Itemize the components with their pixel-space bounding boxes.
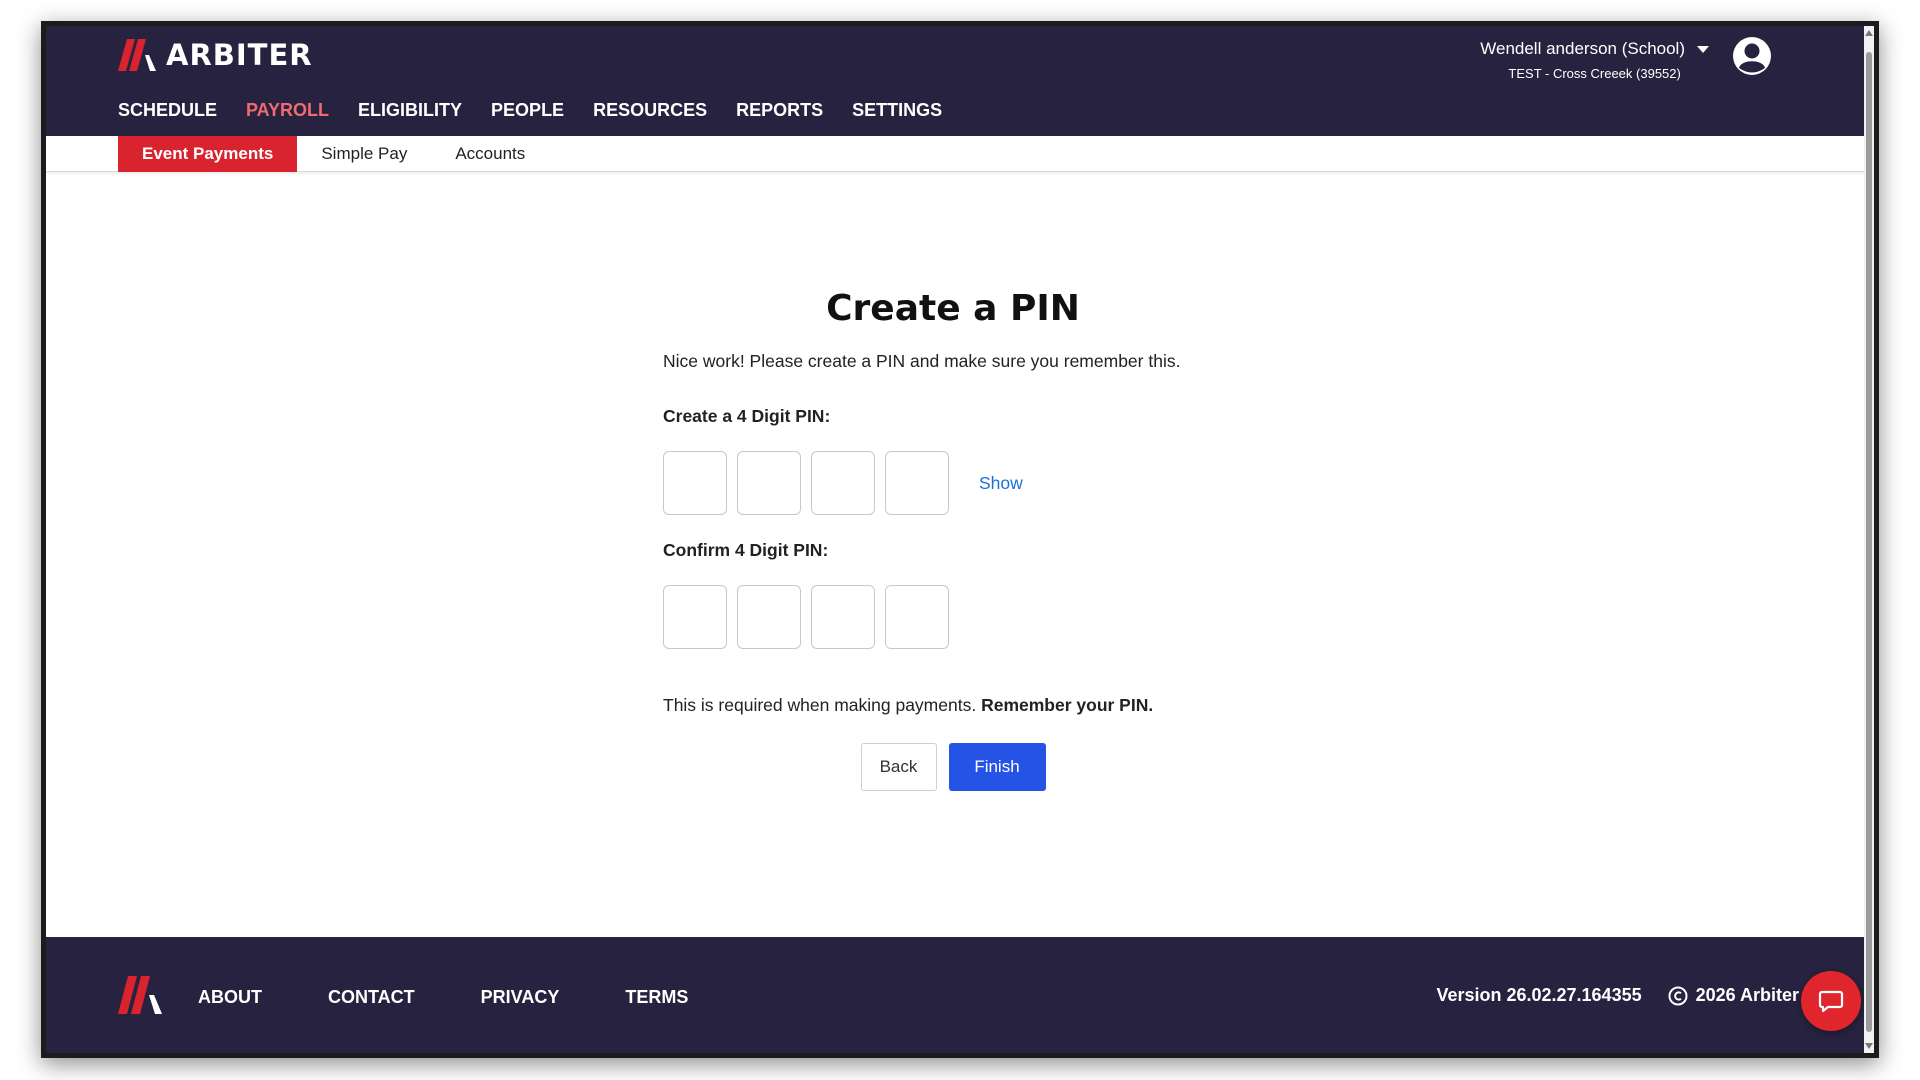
user-name-row: Wendell anderson (School) bbox=[1480, 39, 1709, 59]
user-avatar-icon[interactable] bbox=[1731, 35, 1773, 77]
nav-payroll[interactable]: PAYROLL bbox=[246, 100, 329, 121]
browser-window: ARBITER SCHEDULE PAYROLL ELIGIBILITY PEO… bbox=[41, 21, 1879, 1058]
confirm-pin-digit-3[interactable] bbox=[811, 585, 875, 649]
create-pin-digit-4[interactable] bbox=[885, 451, 949, 515]
nav-schedule[interactable]: SCHEDULE bbox=[118, 100, 217, 121]
nav-eligibility[interactable]: ELIGIBILITY bbox=[358, 100, 462, 121]
scroll-down-icon[interactable] bbox=[1865, 1043, 1873, 1049]
pin-note-text: This is required when making payments. bbox=[663, 695, 977, 715]
nav-people[interactable]: PEOPLE bbox=[491, 100, 564, 121]
footer-about-link[interactable]: ABOUT bbox=[198, 987, 262, 1008]
confirm-pin-digit-4[interactable] bbox=[885, 585, 949, 649]
chat-icon bbox=[1818, 990, 1844, 1013]
nav-settings[interactable]: SETTINGS bbox=[852, 100, 942, 121]
user-menu[interactable]: Wendell anderson (School) TEST - Cross C… bbox=[1480, 39, 1709, 81]
payroll-tabs: Event Payments Simple Pay Accounts bbox=[118, 136, 549, 172]
footer-info: Version 26.02.27.164355 2026 Arbiter bbox=[1436, 985, 1799, 1006]
top-header: ARBITER SCHEDULE PAYROLL ELIGIBILITY PEO… bbox=[46, 26, 1869, 136]
logo-text: ARBITER bbox=[166, 38, 313, 72]
confirm-pin-row bbox=[663, 585, 1363, 649]
show-pin-link[interactable]: Show bbox=[979, 473, 1023, 494]
scroll-thumb[interactable] bbox=[1866, 52, 1872, 1032]
arbiter-logo[interactable]: ARBITER bbox=[118, 38, 313, 72]
chevron-down-icon[interactable] bbox=[1697, 45, 1709, 53]
intro-text: Nice work! Please create a PIN and make … bbox=[663, 351, 1181, 371]
footer-privacy-link[interactable]: PRIVACY bbox=[481, 987, 560, 1008]
create-pin-label: Create a 4 Digit PIN: bbox=[663, 406, 831, 426]
back-button[interactable]: Back bbox=[860, 743, 937, 791]
footer-contact-link[interactable]: CONTACT bbox=[328, 987, 415, 1008]
version-text: Version 26.02.27.164355 bbox=[1436, 985, 1642, 1005]
arbiter-logo-icon bbox=[118, 39, 156, 71]
create-pin-row: Show bbox=[663, 451, 1363, 515]
footer-terms-link[interactable]: TERMS bbox=[625, 987, 688, 1008]
org-name: TEST - Cross Creeek (39552) bbox=[1508, 66, 1681, 81]
tab-accounts[interactable]: Accounts bbox=[431, 136, 549, 172]
tab-event-payments[interactable]: Event Payments bbox=[118, 136, 298, 172]
confirm-pin-digit-2[interactable] bbox=[737, 585, 801, 649]
pin-note-bold: Remember your PIN. bbox=[981, 695, 1154, 715]
nav-resources[interactable]: RESOURCES bbox=[593, 100, 707, 121]
arbiter-logo-icon[interactable] bbox=[118, 976, 162, 1014]
footer-links: ABOUT CONTACT PRIVACY TERMS bbox=[198, 987, 754, 1008]
user-name: Wendell anderson (School) bbox=[1480, 39, 1685, 58]
confirm-pin-label: Confirm 4 Digit PIN: bbox=[663, 540, 829, 560]
action-buttons: Back Finish bbox=[663, 743, 1243, 791]
footer: ABOUT CONTACT PRIVACY TERMS Version 26.0… bbox=[46, 937, 1869, 1053]
pin-note: This is required when making payments. R… bbox=[663, 695, 1363, 716]
page-title: Create a PIN bbox=[826, 288, 1080, 329]
confirm-pin-digit-1[interactable] bbox=[663, 585, 727, 649]
page-scrollbar[interactable] bbox=[1864, 26, 1874, 1053]
main-nav: SCHEDULE PAYROLL ELIGIBILITY PEOPLE RESO… bbox=[118, 100, 971, 121]
create-pin-digit-1[interactable] bbox=[663, 451, 727, 515]
create-pin-panel: Create a PIN Nice work! Please create a … bbox=[663, 288, 1363, 791]
finish-button[interactable]: Finish bbox=[948, 743, 1046, 791]
copyright-icon bbox=[1668, 986, 1688, 1005]
create-pin-digit-2[interactable] bbox=[737, 451, 801, 515]
sub-nav: Event Payments Simple Pay Accounts bbox=[46, 136, 1869, 172]
copyright-text: 2026 Arbiter bbox=[1695, 985, 1799, 1005]
tab-simple-pay[interactable]: Simple Pay bbox=[297, 136, 431, 172]
scroll-up-icon[interactable] bbox=[1865, 30, 1873, 36]
create-pin-digit-3[interactable] bbox=[811, 451, 875, 515]
chat-button[interactable] bbox=[1801, 971, 1861, 1031]
nav-reports[interactable]: REPORTS bbox=[736, 100, 823, 121]
